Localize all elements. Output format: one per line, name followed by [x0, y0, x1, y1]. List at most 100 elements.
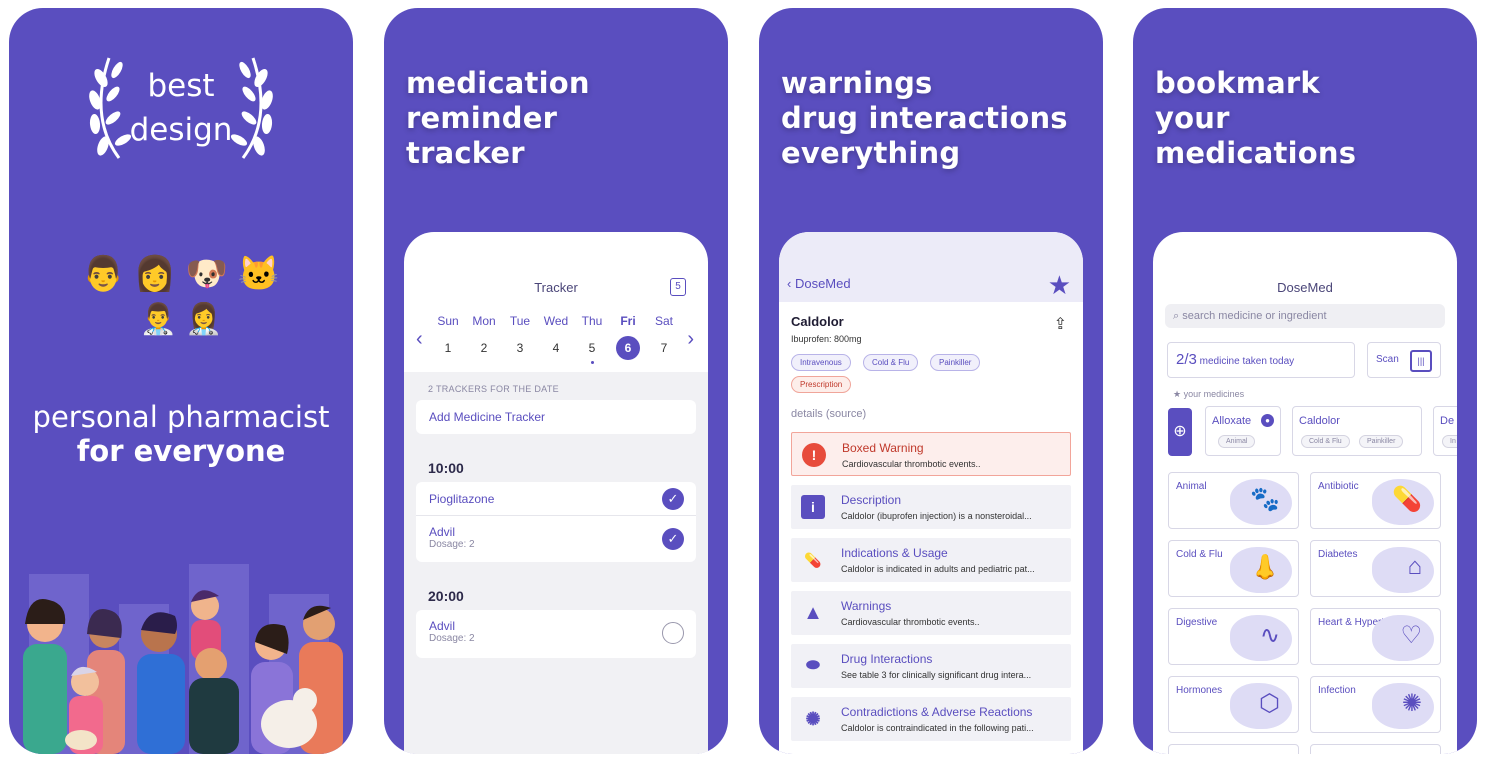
phone-screen-tracker: Tracker 5 ‹ › Sun 1 Mon 2 Tue 3 Wed 4 Thu 5 F…: [404, 232, 708, 754]
section-desc: Cardiovascular thrombotic events..: [841, 617, 980, 627]
headline-line-1: warnings: [781, 66, 933, 100]
share-icon[interactable]: ⇪: [1054, 314, 1067, 334]
search-input[interactable]: ⌕ search medicine or ingredient: [1165, 304, 1445, 328]
day-fri-selected[interactable]: Fri 6: [612, 314, 644, 364]
family-illustration: [23, 564, 343, 754]
screen-title: Tracker: [534, 280, 578, 295]
category-hormones[interactable]: Hormones ⬡: [1168, 676, 1299, 733]
tracker-row-advil-morning[interactable]: Advil Dosage: 2 ✓: [416, 516, 696, 562]
med-name: De: [1440, 415, 1455, 427]
day-number: 5: [588, 341, 596, 355]
day-number: 4: [552, 341, 560, 355]
pills-icon: ⬬: [806, 657, 820, 674]
category-cold-flu[interactable]: Cold & Flu 👃: [1168, 540, 1299, 597]
calendar-icon[interactable]: 5: [670, 278, 686, 296]
category-infection[interactable]: Infection ✺: [1310, 676, 1441, 733]
details-source-link[interactable]: details (source): [791, 408, 866, 420]
award-line-2: design: [129, 112, 233, 148]
section-contraindications[interactable]: ✺ Contradictions & Adverse Reactions Cal…: [791, 697, 1071, 741]
category-partial[interactable]: [1168, 744, 1299, 754]
day-number: 3: [516, 341, 524, 355]
section-desc: See table 3 for clinically significant d…: [841, 670, 1032, 680]
bacteria-icon: ✺: [1401, 690, 1422, 717]
award-line-1: best: [147, 68, 215, 104]
unchecked-circle-icon[interactable]: [662, 622, 684, 644]
dosage-text: Dosage: 2: [429, 633, 475, 644]
paw-icon: 🐾: [1250, 486, 1280, 513]
section-warnings[interactable]: ▲ Warnings Cardiovascular thrombotic eve…: [791, 591, 1071, 635]
category-animal[interactable]: Animal 🐾: [1168, 472, 1299, 529]
med-chip: Cold & Flu: [1301, 435, 1350, 448]
tagline-line-1: personal pharmacist: [32, 400, 330, 434]
event-dot-icon: [590, 361, 594, 364]
emoji-row-family: 👨 👩 🐶 🐱: [82, 255, 280, 293]
headline-line-3: medications: [1155, 136, 1357, 170]
day-mon[interactable]: Mon 2: [468, 314, 500, 364]
your-medicines-label: ★ your medicines: [1173, 389, 1245, 399]
barcode-icon: |||: [1410, 350, 1432, 372]
week-strip: Sun 1 Mon 2 Tue 3 Wed 4 Thu 5 Fri 6 Sat 7: [432, 314, 680, 364]
section-title: Description: [841, 493, 902, 507]
section-desc: Cardiovascular thrombotic events..: [842, 459, 981, 469]
emoji-row-doctors: 👨‍⚕️ 👩‍⚕️: [139, 303, 223, 336]
scan-button[interactable]: Scan |||: [1367, 342, 1441, 378]
checked-circle-icon[interactable]: ✓: [662, 488, 684, 510]
day-number: 1: [444, 341, 452, 355]
headline-line-2: reminder: [406, 101, 558, 135]
day-number: 2: [480, 341, 488, 355]
day-name: Sat: [654, 314, 673, 328]
day-name: Fri: [620, 314, 636, 328]
day-name: Tue: [509, 314, 531, 328]
tracker-row-advil-evening[interactable]: Advil Dosage: 2: [416, 610, 696, 658]
next-week-chevron-icon[interactable]: ›: [687, 328, 694, 351]
checked-circle-icon[interactable]: ✓: [662, 528, 684, 550]
taken-label: medicine taken today: [1199, 356, 1295, 367]
category-partial[interactable]: [1310, 744, 1441, 754]
prev-week-chevron-icon[interactable]: ‹: [416, 328, 423, 351]
section-drug-interactions[interactable]: ⬬ Drug Interactions See table 3 for clin…: [791, 644, 1071, 688]
tag-chip[interactable]: Painkiller: [930, 354, 981, 371]
category-antibiotic[interactable]: Antibiotic 💊: [1310, 472, 1441, 529]
med-card-partial[interactable]: De In: [1433, 406, 1457, 456]
med-card-alloxate[interactable]: Alloxate ● Animal: [1205, 406, 1281, 456]
taken-today-card[interactable]: 2/3 medicine taken today: [1167, 342, 1355, 378]
medicine-name: Advil: [429, 619, 456, 633]
dosage-text: Dosage: 2: [429, 539, 475, 550]
medicine-name: Advil: [429, 525, 456, 539]
category-heart[interactable]: Heart & Hypertension ♡: [1310, 608, 1441, 665]
glucometer-icon: ⌂: [1407, 553, 1423, 580]
tracker-row-pioglitazone[interactable]: Pioglitazone ✓: [416, 482, 696, 516]
add-tracker-button[interactable]: Add Medicine Tracker: [416, 400, 696, 434]
section-title: Boxed Warning: [842, 441, 924, 455]
day-tue[interactable]: Tue 3: [504, 314, 536, 364]
med-card-caldolor[interactable]: Caldolor Cold & Flu Painkiller: [1292, 406, 1422, 456]
section-description[interactable]: i Description Caldolor (ibuprofen inject…: [791, 485, 1071, 529]
med-name: Alloxate: [1212, 415, 1252, 427]
nose-icon: 👃: [1250, 554, 1280, 581]
day-name: Mon: [472, 314, 496, 328]
day-sat[interactable]: Sat 7: [648, 314, 680, 364]
scan-label: Scan: [1376, 354, 1399, 365]
tag-chip[interactable]: Cold & Flu: [863, 354, 919, 371]
section-indications[interactable]: 💊 Indications & Usage Caldolor is indica…: [791, 538, 1071, 582]
info-icon: i: [801, 495, 825, 519]
category-diabetes[interactable]: Diabetes ⌂: [1310, 540, 1441, 597]
screen-title: DoseMed: [1277, 280, 1333, 295]
day-thu[interactable]: Thu 5: [576, 314, 608, 364]
category-name: Digestive: [1176, 617, 1218, 628]
category-name: Infection: [1318, 685, 1356, 696]
bookmark-star-icon[interactable]: ★: [1048, 270, 1071, 301]
tag-chip[interactable]: Intravenous: [791, 354, 851, 371]
category-digestive[interactable]: Digestive ∿: [1168, 608, 1299, 665]
day-sun[interactable]: Sun 1: [432, 314, 464, 364]
headline: warnings drug interactions everything: [781, 66, 1068, 171]
back-button[interactable]: ‹ DoseMed: [787, 276, 851, 291]
day-wed[interactable]: Wed 4: [540, 314, 572, 364]
category-name: Diabetes: [1318, 549, 1358, 560]
add-medicine-button[interactable]: ⊕: [1168, 408, 1192, 456]
warning-triangle-icon: ▲: [803, 602, 823, 624]
alert-octagon-icon: !: [802, 443, 826, 467]
headline-line-2: drug interactions: [781, 101, 1068, 135]
prescription-chip[interactable]: Prescription: [791, 376, 852, 393]
section-boxed-warning[interactable]: ! Boxed Warning Cardiovascular thromboti…: [791, 432, 1071, 476]
